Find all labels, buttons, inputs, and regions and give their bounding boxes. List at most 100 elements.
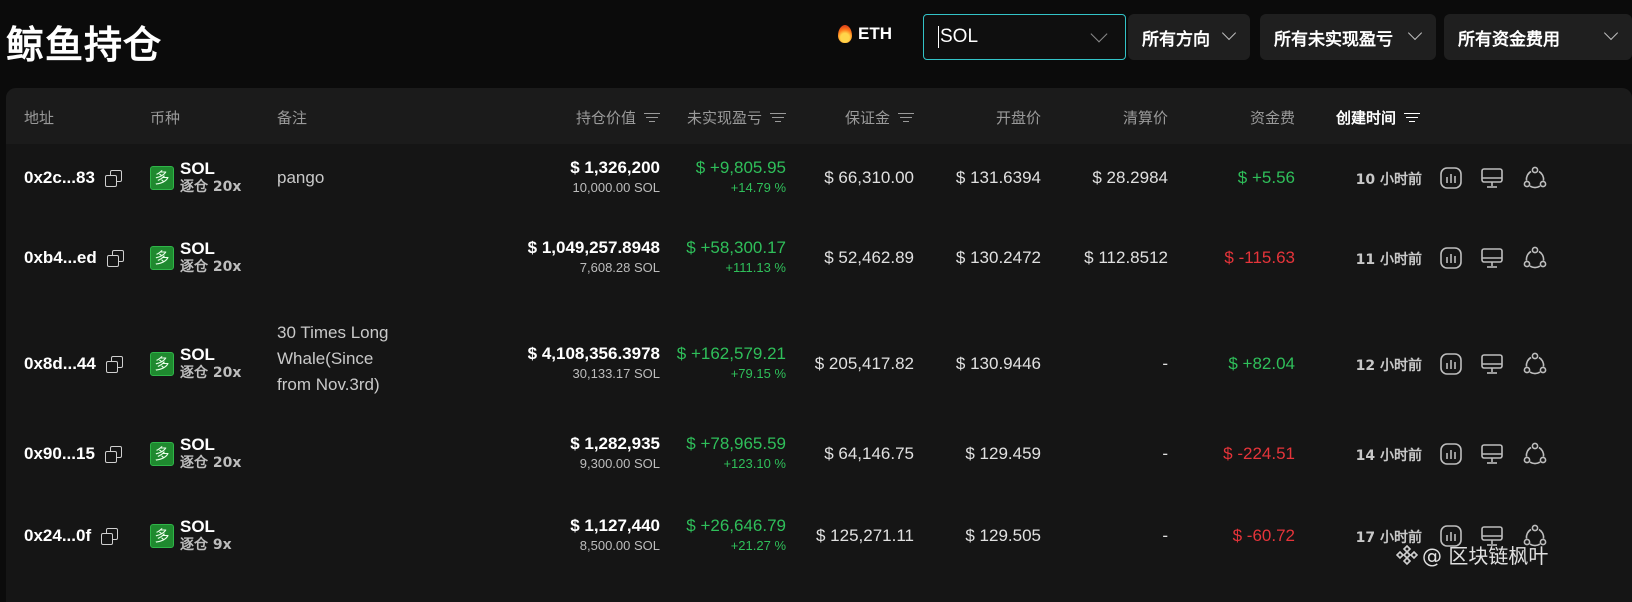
stats-icon[interactable] [1438,351,1464,377]
sort-icon [770,112,786,124]
liq-price-cell: - [1162,444,1168,463]
open-price-cell: $ 130.9446 [955,354,1041,373]
header-margin[interactable]: 保证金 [845,107,914,128]
created-cell: 10 小时前 [1355,172,1422,188]
monitor-icon[interactable] [1479,245,1505,271]
position-qty: 8,500.00 SOL [579,538,660,553]
long-badge: 多 [150,351,174,376]
table-header: 地址 币种 备注 持仓价值 未实现盈亏 保证金 开盘价 清算价 资金费 创建时间 [6,88,1632,144]
upnl-dropdown[interactable]: 所有未实现盈亏 [1260,14,1436,60]
copy-icon[interactable] [106,250,124,267]
table-row[interactable]: 0x90...15 多 SOL 逐仓 20x $ 1,282,935 9,300… [6,418,1632,490]
open-price-cell: $ 131.6394 [955,168,1041,187]
coin-symbol: SOL [180,159,215,178]
stats-icon[interactable] [1438,441,1464,467]
chevron-down-icon [1221,25,1237,41]
table-row[interactable]: 0x8d...44 多 SOL 逐仓 20x 30 Times Long Wha… [6,310,1632,418]
liq-price-cell: $ 112.8512 [1084,248,1168,267]
position-value: $ 1,049,257.8948 [527,238,660,257]
created-cell: 11 小时前 [1355,252,1422,268]
upnl-percent: +111.13 % [725,260,786,275]
table-row[interactable]: 0x2c...83 多 SOL 逐仓 20x pango $ 1,326,200… [6,142,1632,214]
direction-label: 所有方向 [1142,29,1210,50]
upnl-cell: $ +26,646.79 +21.27 % [686,516,786,556]
header-note: 备注 [277,109,308,127]
share-icon[interactable] [1522,165,1548,191]
copy-icon[interactable] [105,356,123,373]
position-value: $ 1,282,935 [570,434,660,453]
position-qty: 10,000.00 SOL [572,180,660,195]
address-text[interactable]: 0x2c...83 [24,168,95,188]
coin-search-input[interactable] [940,26,1070,48]
note-cell: 30 Times Long Whale(Since from Nov.3rd) [277,323,389,394]
upnl-percent: +14.79 % [730,180,786,195]
header-liq-price: 清算价 [1122,109,1168,127]
note-cell: pango [277,168,325,187]
share-icon[interactable] [1522,351,1548,377]
eth-chip[interactable]: ETH [838,24,892,44]
monitor-icon[interactable] [1479,351,1505,377]
address-cell[interactable]: 0xb4...ed [24,248,124,268]
share-icon[interactable] [1522,245,1548,271]
upnl-cell: $ +58,300.17 +111.13 % [686,238,786,278]
stats-icon[interactable] [1438,165,1464,191]
margin-mode: 逐仓 20x [180,365,242,381]
chevron-down-icon [1090,25,1108,43]
position-value-cell: $ 1,127,440 8,500.00 SOL [570,516,660,556]
position-value-cell: $ 4,108,356.3978 30,133.17 SOL [528,344,660,384]
share-icon[interactable] [1522,441,1548,467]
funding-cell: $ -115.63 [1224,248,1295,267]
position-qty: 9,300.00 SOL [579,456,660,471]
stats-icon[interactable] [1438,245,1464,271]
table-row[interactable]: 0xb4...ed 多 SOL 逐仓 20x $ 1,049,257.8948 … [6,222,1632,294]
upnl-percent: +123.10 % [723,456,786,471]
address-cell[interactable]: 0x24...0f [24,526,119,546]
sort-icon [898,112,914,124]
upnl-value: $ +162,579.21 [676,344,786,363]
table-row[interactable]: 0x24...0f 多 SOL 逐仓 9x $ 1,127,440 8,500.… [6,500,1632,572]
long-badge: 多 [150,165,174,190]
coin-search-select[interactable] [923,14,1126,60]
funding-cell: $ +82.04 [1228,354,1295,373]
position-value: $ 4,108,356.3978 [527,344,660,363]
margin-cell: $ 52,462.89 [824,248,914,267]
margin-cell: $ 205,417.82 [814,354,914,373]
watermark-text: @ 区块链枫叶 [1422,544,1549,568]
funding-cell: $ +5.56 [1237,168,1295,187]
open-price-cell: $ 129.459 [965,444,1041,463]
funding-dropdown[interactable]: 所有资金费用 [1444,14,1632,60]
eth-label: ETH [858,24,892,43]
address-cell[interactable]: 0x8d...44 [24,354,123,374]
funding-cell: $ -60.72 [1232,526,1295,545]
positions-table: 地址 币种 备注 持仓价值 未实现盈亏 保证金 开盘价 清算价 资金费 创建时间… [6,88,1632,602]
upnl-percent: +21.27 % [730,538,786,553]
upnl-percent: +79.15 % [730,366,786,381]
direction-dropdown[interactable]: 所有方向 [1128,14,1250,60]
header-address: 地址 [24,109,55,127]
address-text[interactable]: 0x90...15 [24,444,95,464]
coin-symbol: SOL [180,345,215,364]
header-upnl[interactable]: 未实现盈亏 [687,107,786,128]
coin-symbol: SOL [180,435,215,454]
header-position-value[interactable]: 持仓价值 [576,107,660,128]
chevron-down-icon [1603,25,1619,41]
position-value-cell: $ 1,049,257.8948 7,608.28 SOL [528,238,660,278]
address-cell[interactable]: 0x90...15 [24,444,122,464]
copy-icon[interactable] [104,446,122,463]
copy-icon[interactable] [104,170,122,187]
margin-mode: 逐仓 9x [180,537,232,553]
address-cell[interactable]: 0x2c...83 [24,168,122,188]
upnl-cell: $ +9,805.95 +14.79 % [696,158,786,198]
margin-cell: $ 64,146.75 [824,444,914,463]
binance-logo-icon [1396,544,1418,565]
monitor-icon[interactable] [1479,165,1505,191]
position-value: $ 1,127,440 [570,516,660,535]
address-text[interactable]: 0xb4...ed [24,248,97,268]
address-text[interactable]: 0x24...0f [24,526,91,546]
watermark: @ 区块链枫叶 [1396,540,1548,569]
address-text[interactable]: 0x8d...44 [24,354,96,374]
header-created[interactable]: 创建时间 [1336,107,1420,128]
monitor-icon[interactable] [1479,441,1505,467]
coin-cell: 多 SOL 逐仓 20x [150,345,241,382]
copy-icon[interactable] [101,528,119,545]
